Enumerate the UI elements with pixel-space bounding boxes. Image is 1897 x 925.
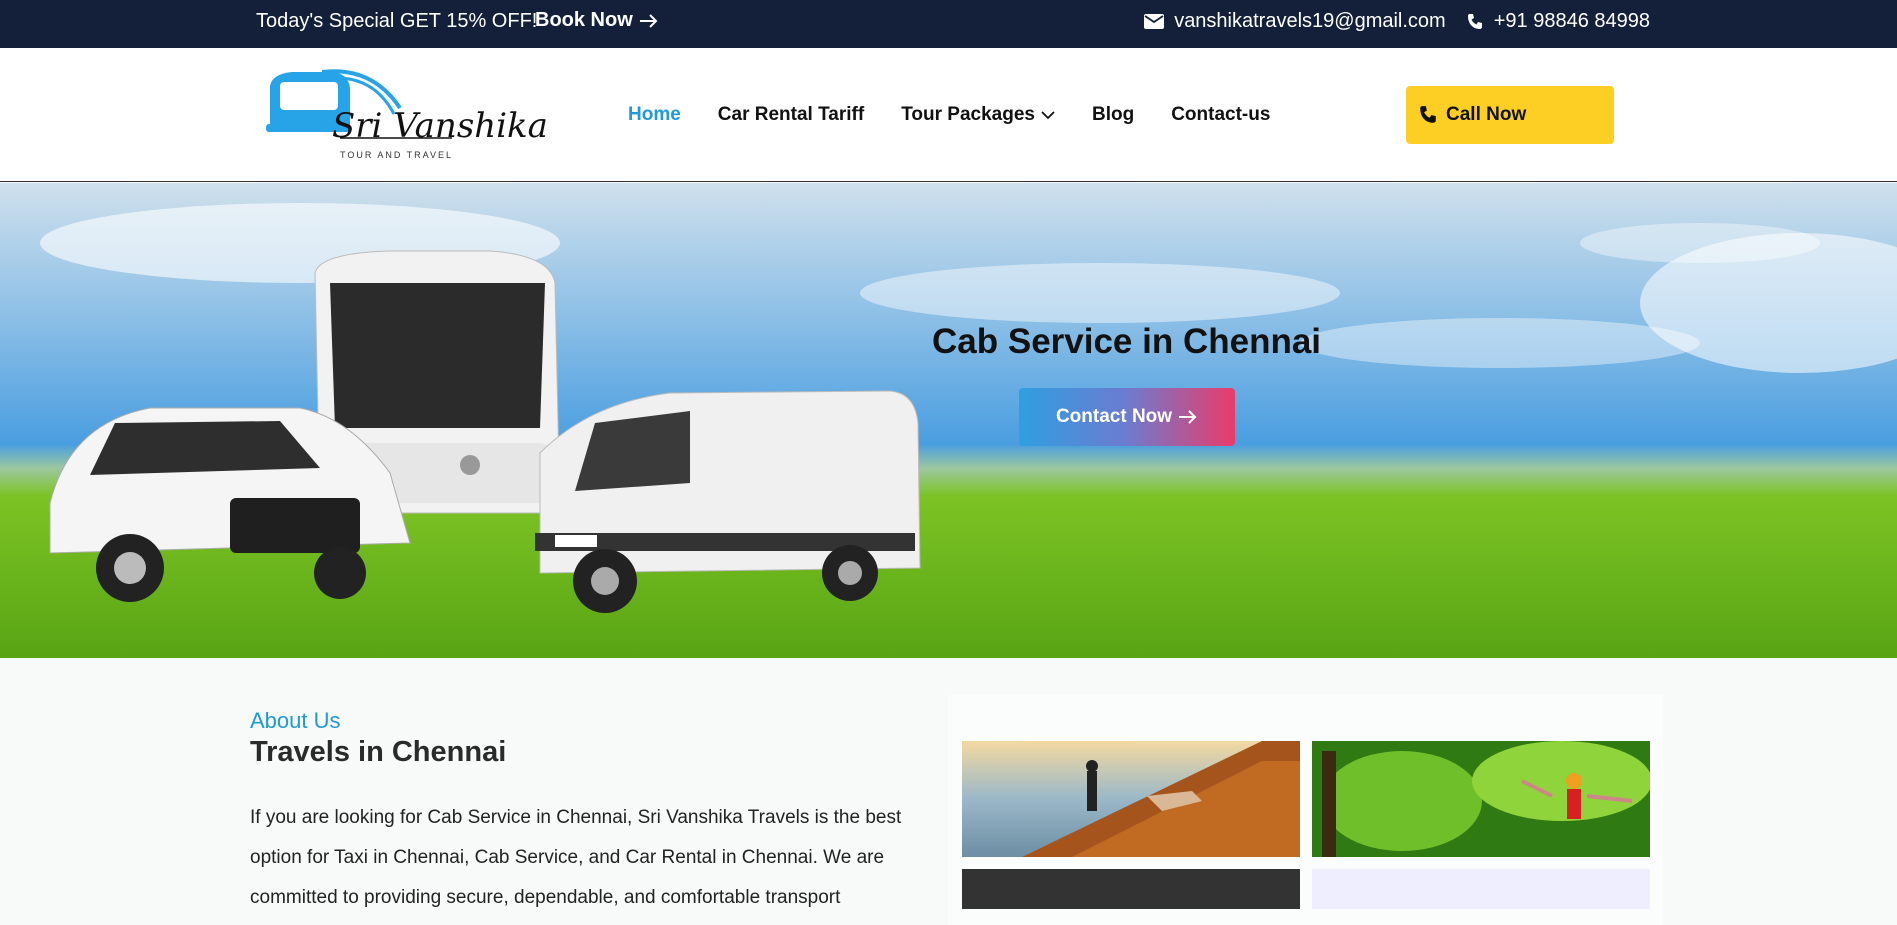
- nav-item-car-rental-tariff[interactable]: Car Rental Tariff: [718, 104, 864, 126]
- gallery-photo-3: [962, 869, 1300, 909]
- main-header: Sri Vanshika TOUR AND TRAVEL Home Car Re…: [0, 48, 1897, 182]
- hiker-image: [962, 741, 1300, 857]
- book-now-link[interactable]: Book Now: [535, 9, 659, 32]
- email-text: vanshikatravels19@gmail.com: [1174, 10, 1446, 32]
- chevron-down-icon: [1041, 111, 1055, 120]
- gallery-photo-4: [1312, 869, 1650, 909]
- book-now-label: Book Now: [535, 9, 633, 31]
- about-section: About Us Travels in Chennai If you are l…: [0, 658, 1897, 925]
- arrow-right-icon: [1179, 410, 1197, 424]
- gallery-photo-zipline: [1312, 741, 1650, 857]
- phone-icon: [1420, 106, 1436, 123]
- photo-gallery: [948, 695, 1663, 925]
- call-now-button[interactable]: Call Now: [1406, 86, 1614, 144]
- phone-icon: [1467, 13, 1482, 29]
- top-bar: Today's Special GET 15% OFF! Book Now va…: [0, 0, 1897, 48]
- site-logo[interactable]: Sri Vanshika TOUR AND TRAVEL: [262, 68, 548, 164]
- hero-banner: Cab Service in Chennai Contact Now: [0, 183, 1897, 658]
- logo-tagline: TOUR AND TRAVEL: [340, 150, 454, 160]
- call-now-label: Call Now: [1446, 104, 1527, 125]
- nav-item-home[interactable]: Home: [628, 104, 681, 126]
- promo-text: Today's Special GET 15% OFF!: [256, 10, 538, 32]
- about-eyebrow: About Us: [250, 708, 341, 733]
- logo-brand: Sri Vanshika: [332, 106, 548, 146]
- main-nav: Home Car Rental Tariff Tour Packages Blo…: [628, 104, 1270, 126]
- arrow-right-icon: [639, 13, 658, 28]
- hero-title: Cab Service in Chennai: [932, 322, 1322, 361]
- nav-item-tour-packages-label: Tour Packages: [901, 104, 1035, 125]
- contact-info: vanshikatravels19@gmail.com +91 98846 84…: [1144, 10, 1650, 33]
- phone-link[interactable]: +91 98846 84998: [1466, 10, 1650, 33]
- email-link[interactable]: vanshikatravels19@gmail.com: [1144, 10, 1446, 33]
- contact-now-button[interactable]: Contact Now: [1019, 388, 1235, 446]
- about-body: If you are looking for Cab Service in Ch…: [250, 807, 902, 908]
- nav-item-contact-us[interactable]: Contact-us: [1171, 104, 1270, 126]
- fleet-image: [49, 250, 921, 613]
- zipline-image: [1312, 741, 1650, 857]
- gallery-photo-hiker: [962, 741, 1300, 857]
- nav-item-blog[interactable]: Blog: [1092, 104, 1134, 126]
- envelope-icon: [1144, 14, 1165, 29]
- contact-now-label: Contact Now: [1055, 406, 1173, 427]
- about-title: Travels in Chennai: [250, 736, 507, 768]
- nav-item-tour-packages[interactable]: Tour Packages: [901, 104, 1055, 126]
- phone-text: +91 98846 84998: [1493, 10, 1650, 32]
